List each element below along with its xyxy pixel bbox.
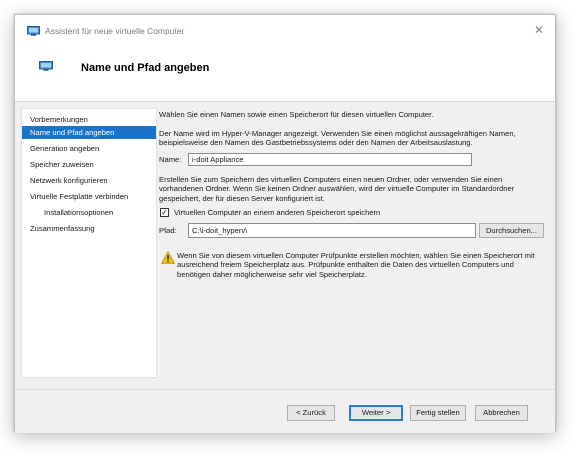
wizard-steps-nav: Vorbemerkungen Name und Pfad angeben Gen… <box>21 108 157 378</box>
cancel-button[interactable]: Abbrechen <box>475 405 528 421</box>
vm-icon <box>39 61 53 71</box>
store-elsewhere-label: Virtuellen Computer an einem anderen Spe… <box>174 208 381 217</box>
folder-hint-text: Erstellen Sie zum Speichern des virtuell… <box>159 175 515 203</box>
intro-text: Wählen Sie einen Namen sowie einen Speic… <box>159 110 434 119</box>
name-hint-text: Der Name wird im Hyper-V-Manager angezei… <box>159 129 516 148</box>
warning-text: Wenn Sie von diesem virtuellen Computer … <box>177 251 535 279</box>
content-panel: Wählen Sie einen Namen sowie einen Speic… <box>159 102 549 382</box>
nav-item-vorbemerkungen[interactable]: Vorbemerkungen <box>22 113 156 126</box>
nav-item-name-und-pfad[interactable]: Name und Pfad angeben <box>22 126 156 139</box>
vm-icon <box>27 26 40 36</box>
dialog-shadow: Assistent für neue virtuelle Computer ✕ … <box>14 14 556 433</box>
path-label: Pfad: <box>159 226 177 235</box>
nav-item-netzwerk[interactable]: Netzwerk konfigurieren <box>22 174 156 187</box>
path-input[interactable]: C:\i-doit_hyperv\ <box>188 223 476 238</box>
close-icon: ✕ <box>533 23 545 37</box>
warning-icon <box>161 251 175 264</box>
browse-button[interactable]: Durchsuchen... <box>479 223 544 238</box>
finish-button[interactable]: Fertig stellen <box>410 405 466 421</box>
page-header: Name und Pfad angeben <box>15 45 555 102</box>
title-bar[interactable]: Assistent für neue virtuelle Computer ✕ <box>15 15 555 45</box>
nav-item-festplatte[interactable]: Virtuelle Festplatte verbinden <box>22 190 156 203</box>
nav-item-generation[interactable]: Generation angeben <box>22 142 156 155</box>
name-input[interactable]: i-doit Appliance <box>188 153 472 166</box>
nav-item-zusammenfassung[interactable]: Zusammenfassung <box>22 222 156 235</box>
footer-divider <box>15 389 555 390</box>
nav-item-speicher[interactable]: Speicher zuweisen <box>22 158 156 171</box>
back-button[interactable]: < Zurück <box>287 405 335 421</box>
page-title: Name und Pfad angeben <box>81 62 210 74</box>
window-title: Assistent für neue virtuelle Computer <box>45 26 185 36</box>
next-button[interactable]: Weiter > <box>349 405 403 421</box>
store-elsewhere-checkbox[interactable]: ✓ <box>160 208 169 217</box>
close-button[interactable]: ✕ <box>529 21 549 39</box>
wizard-body: Vorbemerkungen Name und Pfad angeben Gen… <box>15 102 555 433</box>
nav-item-installationsoptionen[interactable]: Installationsoptionen <box>22 206 156 219</box>
name-label: Name: <box>159 155 182 164</box>
wizard-window: Assistent für neue virtuelle Computer ✕ … <box>14 14 556 433</box>
